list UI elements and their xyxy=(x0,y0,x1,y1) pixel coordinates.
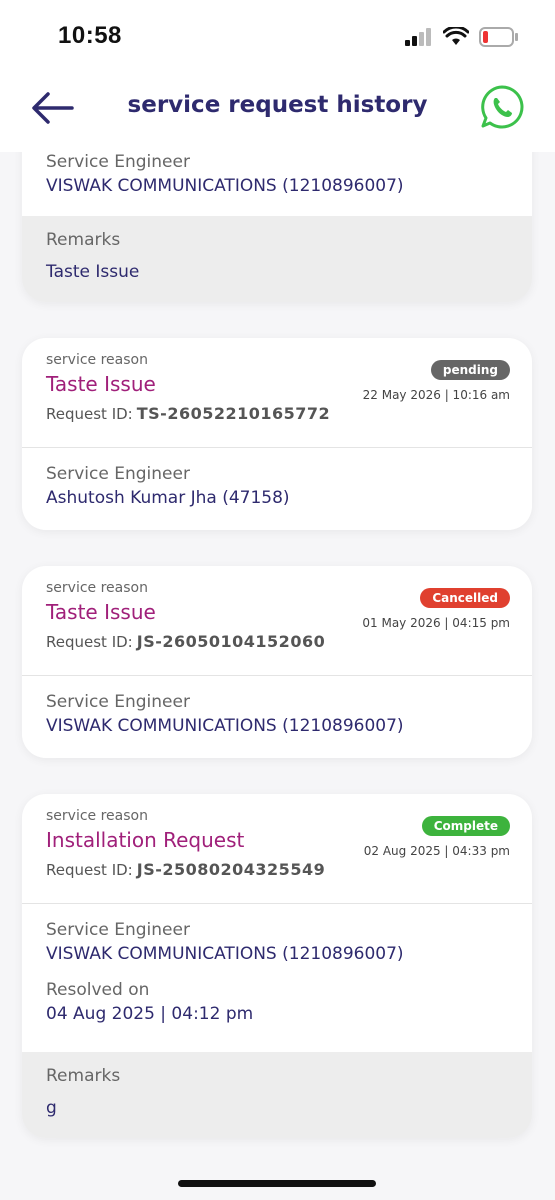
request-id-row: Request ID: JS-26050104152060 xyxy=(46,632,508,651)
status-badge: Cancelled xyxy=(420,588,510,608)
request-id-label: Request ID: xyxy=(46,405,133,423)
request-id-label: Request ID: xyxy=(46,861,133,879)
request-id-value: JS-26050104152060 xyxy=(136,632,326,651)
request-id-value: JS-25080204325549 xyxy=(136,860,326,879)
status-badge: Complete xyxy=(421,816,510,836)
request-date: 01 May 2026 | 04:15 pm xyxy=(362,616,510,630)
resolved-on-label: Resolved on xyxy=(46,980,150,1000)
remarks-value: Taste Issue xyxy=(46,262,140,282)
whatsapp-icon[interactable] xyxy=(479,84,525,130)
request-card[interactable]: service reason Taste Issue Request ID: TS… xyxy=(22,338,532,530)
request-date: 02 Aug 2025 | 04:33 pm xyxy=(363,844,510,858)
engineer-value: VISWAK COMMUNICATIONS (1210896007) xyxy=(46,716,404,736)
request-card[interactable]: service reason Installation Request Requ… xyxy=(22,794,532,1138)
request-id-row: Request ID: JS-25080204325549 xyxy=(46,860,508,879)
engineer-label: Service Engineer xyxy=(46,152,190,172)
engineer-value: Ashutosh Kumar Jha (47158) xyxy=(46,488,290,508)
cellular-signal-icon xyxy=(405,28,431,46)
request-id-value: TS-26052210165772 xyxy=(136,404,331,423)
status-time: 10:58 xyxy=(58,22,122,49)
request-id-row: Request ID: TS-26052210165772 xyxy=(46,404,508,423)
page-title: service request history xyxy=(127,92,428,118)
request-card[interactable]: service reason Taste Issue Request ID: JS… xyxy=(22,566,532,758)
request-id-label: Request ID: xyxy=(46,633,133,651)
engineer-value: VISWAK COMMUNICATIONS (1210896007) xyxy=(46,944,404,964)
app-header: service request history xyxy=(0,74,555,152)
remarks-label: Remarks xyxy=(46,1066,121,1086)
remarks-value: g xyxy=(46,1098,57,1118)
battery-icon xyxy=(479,27,518,47)
engineer-value: VISWAK COMMUNICATIONS (1210896007) xyxy=(46,176,404,196)
engineer-label: Service Engineer xyxy=(46,692,190,712)
status-icons xyxy=(405,26,519,48)
engineer-label: Service Engineer xyxy=(46,920,190,940)
request-list[interactable]: Service Engineer VISWAK COMMUNICATIONS (… xyxy=(0,152,555,1162)
request-date: 22 May 2026 | 10:16 am xyxy=(362,388,510,402)
resolved-on-value: 04 Aug 2025 | 04:12 pm xyxy=(46,1004,254,1024)
request-card[interactable]: Service Engineer VISWAK COMMUNICATIONS (… xyxy=(22,152,532,302)
status-bar: 10:58 xyxy=(0,0,555,74)
home-indicator[interactable] xyxy=(178,1180,376,1187)
remarks-label: Remarks xyxy=(46,230,121,250)
engineer-label: Service Engineer xyxy=(46,464,190,484)
status-badge: pending xyxy=(430,360,510,380)
wifi-icon xyxy=(443,27,469,45)
